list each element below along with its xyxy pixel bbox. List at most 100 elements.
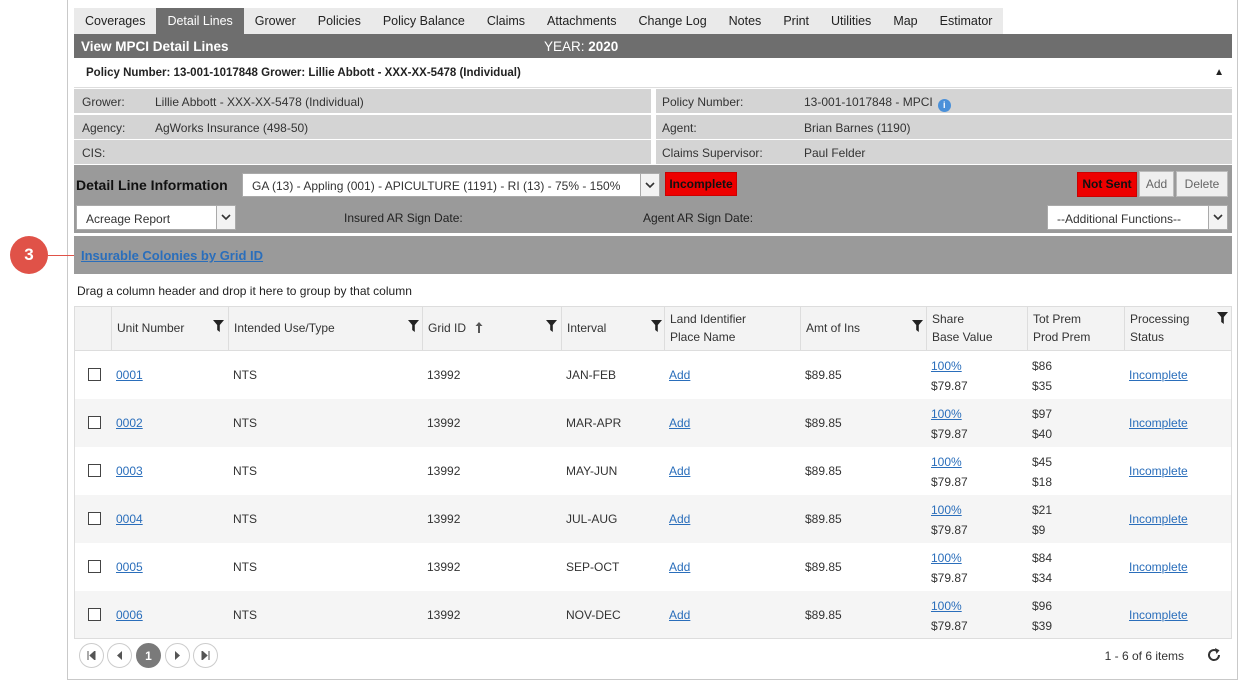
processing-status-link[interactable]: Incomplete — [1129, 560, 1188, 574]
filter-icon[interactable] — [213, 320, 224, 336]
interval-header[interactable]: Interval — [561, 307, 664, 350]
share-link[interactable]: 100% — [931, 503, 962, 517]
unit-number-link[interactable]: 0004 — [116, 512, 143, 526]
unit-number-link[interactable]: 0002 — [116, 416, 143, 430]
prev-page-icon[interactable] — [107, 643, 132, 668]
amt-of-ins-cell: $89.85 — [805, 560, 842, 574]
filter-icon[interactable] — [912, 320, 923, 336]
base-value-cell: $79.87 — [931, 475, 968, 489]
group-by-hint[interactable]: Drag a column header and drop it here to… — [77, 284, 412, 298]
report-type-select[interactable]: Acreage Report — [76, 205, 236, 230]
page-title-bar: View MPCI Detail Lines YEAR: 2020 — [74, 34, 1232, 58]
policy-summary-bar[interactable]: Policy Number: 13-001-1017848 Grower: Li… — [74, 58, 1232, 88]
claims-supervisor-label: Claims Supervisor: — [662, 146, 763, 160]
amt-of-ins-cell: $89.85 — [805, 608, 842, 622]
processing-status-link[interactable]: Incomplete — [1129, 416, 1188, 430]
detail-line-select[interactable]: GA (13) - Appling (001) - APICULTURE (11… — [242, 173, 660, 197]
info-icon[interactable]: i — [937, 99, 951, 112]
filter-icon[interactable] — [408, 320, 419, 336]
tab-print[interactable]: Print — [772, 8, 820, 34]
intended-use-cell: NTS — [233, 560, 257, 574]
share-link[interactable]: 100% — [931, 359, 962, 373]
first-page-icon[interactable] — [79, 643, 104, 668]
row-checkbox[interactable] — [88, 416, 101, 429]
unit-number-link[interactable]: 0001 — [116, 368, 143, 382]
processing-status-link[interactable]: Incomplete — [1129, 512, 1188, 526]
row-checkbox[interactable] — [88, 608, 101, 621]
filter-icon[interactable] — [546, 320, 557, 336]
share-link[interactable]: 100% — [931, 455, 962, 469]
page-title: View MPCI Detail Lines — [81, 39, 229, 54]
add-land-identifier-link[interactable]: Add — [669, 608, 690, 622]
last-page-icon[interactable] — [193, 643, 218, 668]
add-land-identifier-link[interactable]: Add — [669, 560, 690, 574]
add-land-identifier-link[interactable]: Add — [669, 416, 690, 430]
filter-icon[interactable] — [651, 320, 662, 336]
prod-prem-cell: $9 — [1032, 523, 1046, 537]
row-checkbox[interactable] — [88, 512, 101, 525]
unit-number-link[interactable]: 0003 — [116, 464, 143, 478]
policy-summary: Policy Number: 13-001-1017848 Grower: Li… — [86, 67, 521, 79]
chevron-down-icon[interactable] — [216, 206, 235, 229]
processing-status-link[interactable]: Incomplete — [1129, 464, 1188, 478]
tab-detail-lines[interactable]: Detail Lines — [156, 8, 244, 34]
prod-prem-cell: $40 — [1032, 427, 1053, 441]
processing-status-link[interactable]: Incomplete — [1129, 608, 1188, 622]
collapse-caret-icon[interactable]: ▲ — [1214, 67, 1224, 78]
share-link[interactable]: 100% — [931, 599, 962, 613]
info-row: Grower: Lillie Abbott - XXX-XX-5478 (Ind… — [74, 89, 1232, 113]
next-page-icon[interactable] — [165, 643, 190, 668]
prod-prem-cell: $18 — [1032, 475, 1053, 489]
filter-icon[interactable] — [1217, 312, 1228, 328]
prod-prem-cell: $39 — [1032, 619, 1053, 633]
table-row: 0001 NTS 13992 JAN-FEB Add $89.85 100% $79.87 $8… — [75, 351, 1231, 399]
premium-header[interactable]: Tot Prem Prod Prem — [1027, 307, 1124, 350]
share-base-value-header[interactable]: Share Base Value — [926, 307, 1027, 350]
row-checkbox[interactable] — [88, 560, 101, 573]
processing-status-header[interactable]: Processing Status — [1124, 307, 1232, 350]
tab-coverages[interactable]: Coverages — [74, 8, 156, 34]
chevron-down-icon[interactable] — [1208, 206, 1227, 229]
tab-map[interactable]: Map — [882, 8, 928, 34]
not-sent-badge: Not Sent — [1077, 172, 1137, 197]
current-page-button[interactable]: 1 — [136, 643, 161, 668]
amt-of-ins-header[interactable]: Amt of Ins — [800, 307, 926, 350]
share-link[interactable]: 100% — [931, 551, 962, 565]
intended-use-header[interactable]: Intended Use/Type — [228, 307, 422, 350]
tab-claims[interactable]: Claims — [476, 8, 536, 34]
grid-id-header[interactable]: Grid ID — [422, 307, 561, 350]
land-identifier-header[interactable]: Land Identifier Place Name — [664, 307, 800, 350]
grid-title-link[interactable]: Insurable Colonies by Grid ID — [81, 248, 263, 263]
tab-policy-balance[interactable]: Policy Balance — [372, 8, 476, 34]
add-button[interactable]: Add — [1139, 171, 1174, 197]
tab-notes[interactable]: Notes — [718, 8, 773, 34]
interval-cell: MAY-JUN — [566, 464, 618, 478]
tab-attachments[interactable]: Attachments — [536, 8, 627, 34]
add-land-identifier-link[interactable]: Add — [669, 464, 690, 478]
tab-bar: Coverages Detail Lines Grower Policies P… — [74, 8, 1004, 34]
add-land-identifier-link[interactable]: Add — [669, 368, 690, 382]
tab-change-log[interactable]: Change Log — [628, 8, 718, 34]
chevron-down-icon[interactable] — [640, 174, 659, 196]
unit-number-link[interactable]: 0006 — [116, 608, 143, 622]
row-checkbox[interactable] — [88, 368, 101, 381]
unit-number-link[interactable]: 0005 — [116, 560, 143, 574]
share-link[interactable]: 100% — [931, 407, 962, 421]
table-row: 0002 NTS 13992 MAR-APR Add $89.85 100% $79.87 $9… — [75, 399, 1231, 447]
add-land-identifier-link[interactable]: Add — [669, 512, 690, 526]
unit-number-header[interactable]: Unit Number — [111, 307, 228, 350]
grid-title-bar: Insurable Colonies by Grid ID — [74, 236, 1232, 274]
interval-cell: MAR-APR — [566, 416, 622, 430]
refresh-icon[interactable] — [1206, 647, 1222, 666]
tab-utilities[interactable]: Utilities — [820, 8, 882, 34]
delete-button[interactable]: Delete — [1176, 171, 1228, 197]
grid-id-cell: 13992 — [427, 368, 461, 382]
sort-ascending-icon[interactable] — [475, 322, 483, 336]
additional-functions-select[interactable]: --Additional Functions-- — [1047, 205, 1228, 230]
tab-estimator[interactable]: Estimator — [929, 8, 1004, 34]
row-checkbox[interactable] — [88, 464, 101, 477]
tab-grower[interactable]: Grower — [244, 8, 307, 34]
detail-line-panel: Detail Line Information GA (13) - Applin… — [74, 165, 1232, 233]
processing-status-link[interactable]: Incomplete — [1129, 368, 1188, 382]
tab-policies[interactable]: Policies — [307, 8, 372, 34]
